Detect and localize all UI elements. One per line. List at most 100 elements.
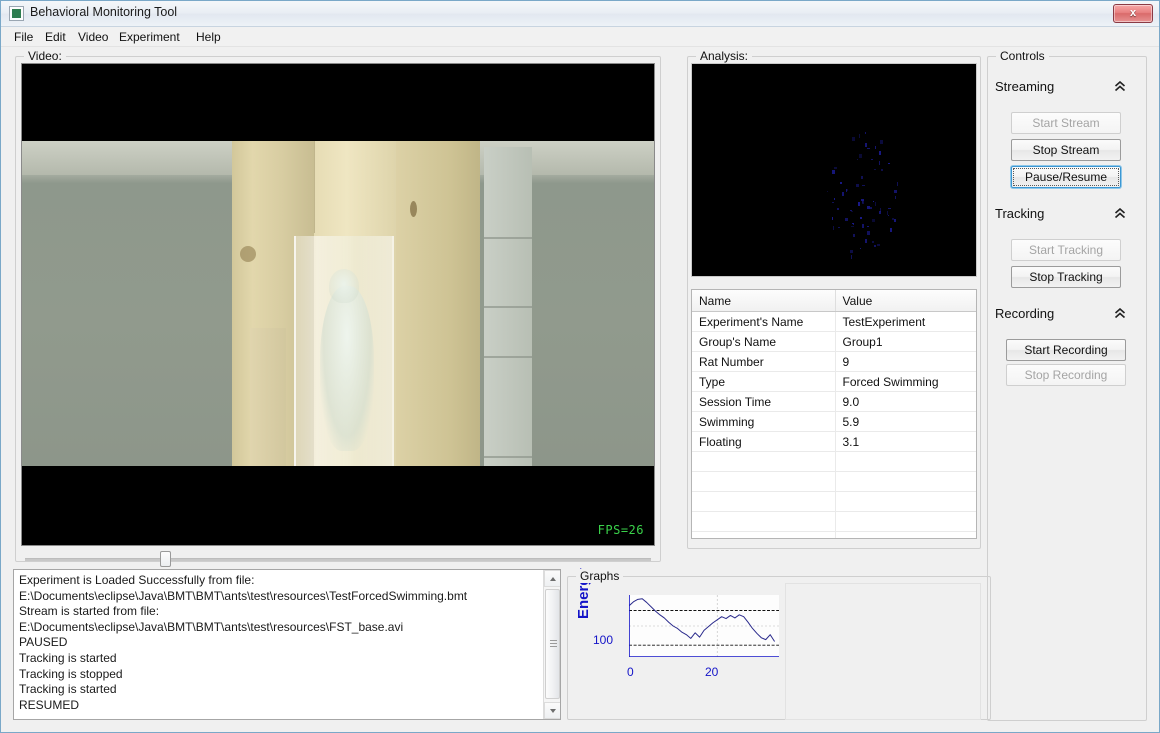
table-row[interactable] (692, 491, 976, 512)
tracking-pixel (894, 218, 897, 222)
tracking-pixel (888, 162, 891, 164)
tracking-pixel (881, 168, 884, 171)
pause-resume-button[interactable]: Pause/Resume (1011, 166, 1121, 188)
cell-name: Floating (692, 431, 836, 452)
tracking-pixel (832, 218, 834, 220)
table-row[interactable] (692, 451, 976, 472)
chevron-up-icon[interactable] (1113, 80, 1127, 93)
cell-name (692, 471, 836, 492)
application-window: Behavioral Monitoring Tool x File Edit V… (0, 0, 1160, 733)
tracking-pixel (887, 208, 891, 209)
chart-y-tick-label: 100 (593, 633, 614, 647)
stop-recording-button[interactable]: Stop Recording (1006, 364, 1126, 386)
scroll-up-arrow-icon[interactable] (544, 570, 560, 587)
tracking-pixel (860, 198, 864, 201)
tracking-pixel (857, 159, 859, 161)
log-line: Stream is started from file: (19, 604, 160, 619)
table-row[interactable] (692, 511, 976, 532)
section-title-tracking: Tracking (995, 206, 1045, 221)
video-cabinet-line (484, 306, 532, 308)
window-title: Behavioral Monitoring Tool (30, 5, 178, 19)
analysis-results-table[interactable]: Name Value Experiment's Name TestExperime… (691, 289, 977, 539)
analysis-panel: Analysis: Name Value Experiment's Name Te… (687, 49, 981, 549)
analysis-tracking-preview[interactable] (691, 63, 977, 277)
column-header-value[interactable]: Value (835, 290, 976, 312)
controls-panel: Controls Streaming Start Stream Stop Str… (987, 49, 1147, 721)
tracking-pixel (872, 240, 875, 243)
menu-item-file[interactable]: File (9, 29, 38, 45)
close-button[interactable]: x (1113, 4, 1153, 23)
cell-name: Rat Number (692, 351, 836, 372)
video-cabinet-line (484, 237, 532, 239)
tracking-pixel (834, 167, 838, 170)
tracking-pixel (851, 225, 855, 227)
video-scene (22, 141, 654, 466)
video-cabinet-line (484, 356, 532, 358)
table-row[interactable]: Type Forced Swimming (692, 371, 976, 392)
stop-stream-button[interactable]: Stop Stream (1011, 139, 1121, 161)
tracking-pixel (858, 202, 861, 207)
tracking-pixel (879, 161, 881, 166)
cell-value: Group1 (835, 331, 976, 352)
menu-bar: File Edit Video Experiment Help (1, 27, 1159, 47)
start-stream-button[interactable]: Start Stream (1011, 112, 1121, 134)
tracking-pixel (831, 201, 834, 203)
table-row[interactable]: Session Time 9.0 (692, 391, 976, 412)
video-seek-track[interactable] (25, 558, 651, 561)
tracking-pixel (864, 132, 866, 135)
cell-value (835, 451, 976, 472)
video-display[interactable]: FPS=26 (21, 63, 655, 546)
table-row[interactable] (692, 471, 976, 492)
cell-value (835, 531, 976, 538)
chevron-up-icon[interactable] (1113, 207, 1127, 220)
tracking-pixel (852, 233, 855, 237)
cell-value: Forced Swimming (835, 371, 976, 392)
table-row[interactable]: Swimming 5.9 (692, 411, 976, 432)
cell-value: 5.9 (835, 411, 976, 432)
tracking-pixel (887, 214, 889, 216)
table-row[interactable]: Experiment's Name TestExperiment (692, 311, 976, 332)
video-seek-thumb[interactable] (160, 551, 172, 567)
stop-tracking-button[interactable]: Stop Tracking (1011, 266, 1121, 288)
menu-item-help[interactable]: Help (191, 29, 226, 45)
tracking-pixel (855, 184, 859, 188)
log-textarea[interactable]: Experiment is Loaded Successfully from f… (13, 569, 561, 720)
tracking-pixel (846, 188, 849, 191)
log-line: Tracking is stopped (19, 666, 123, 681)
tracking-pixel (864, 238, 867, 243)
tracking-pixel (851, 136, 855, 141)
log-scrollbar-thumb[interactable] (545, 589, 560, 699)
menu-item-experiment[interactable]: Experiment (114, 29, 185, 45)
tracking-pixel (833, 197, 835, 200)
tracking-pixel (894, 195, 896, 199)
cell-name: Swimming (692, 411, 836, 432)
start-tracking-button[interactable]: Start Tracking (1011, 239, 1121, 261)
menu-item-edit[interactable]: Edit (40, 29, 71, 45)
chevron-up-icon[interactable] (1113, 307, 1127, 320)
cell-name: Session Time (692, 391, 836, 412)
app-icon (9, 6, 24, 21)
video-seek-slider[interactable] (25, 551, 651, 567)
table-row[interactable]: Group's Name Group1 (692, 331, 976, 352)
menu-item-video[interactable]: Video (73, 29, 113, 45)
column-header-name[interactable]: Name (692, 290, 836, 312)
table-row[interactable]: Rat Number 9 (692, 351, 976, 372)
cell-value (835, 511, 976, 532)
tracking-pixel (850, 250, 854, 254)
cell-name: Type (692, 371, 836, 392)
section-title-recording: Recording (995, 306, 1055, 321)
table-row[interactable] (692, 531, 976, 538)
chart-x-tick-label: 0 (627, 665, 634, 679)
cell-name (692, 511, 836, 532)
tracking-pixel (862, 223, 865, 228)
tracking-pixel (860, 216, 863, 219)
cell-value (835, 491, 976, 512)
scroll-down-arrow-icon[interactable] (544, 702, 560, 719)
cell-value: 9 (835, 351, 976, 372)
log-scrollbar[interactable] (543, 570, 560, 719)
start-recording-button[interactable]: Start Recording (1006, 339, 1126, 361)
table-row[interactable]: Floating 3.1 (692, 431, 976, 452)
tracking-pixel (836, 207, 839, 210)
tracking-pixel (850, 210, 853, 212)
tracking-pixel (832, 226, 834, 231)
